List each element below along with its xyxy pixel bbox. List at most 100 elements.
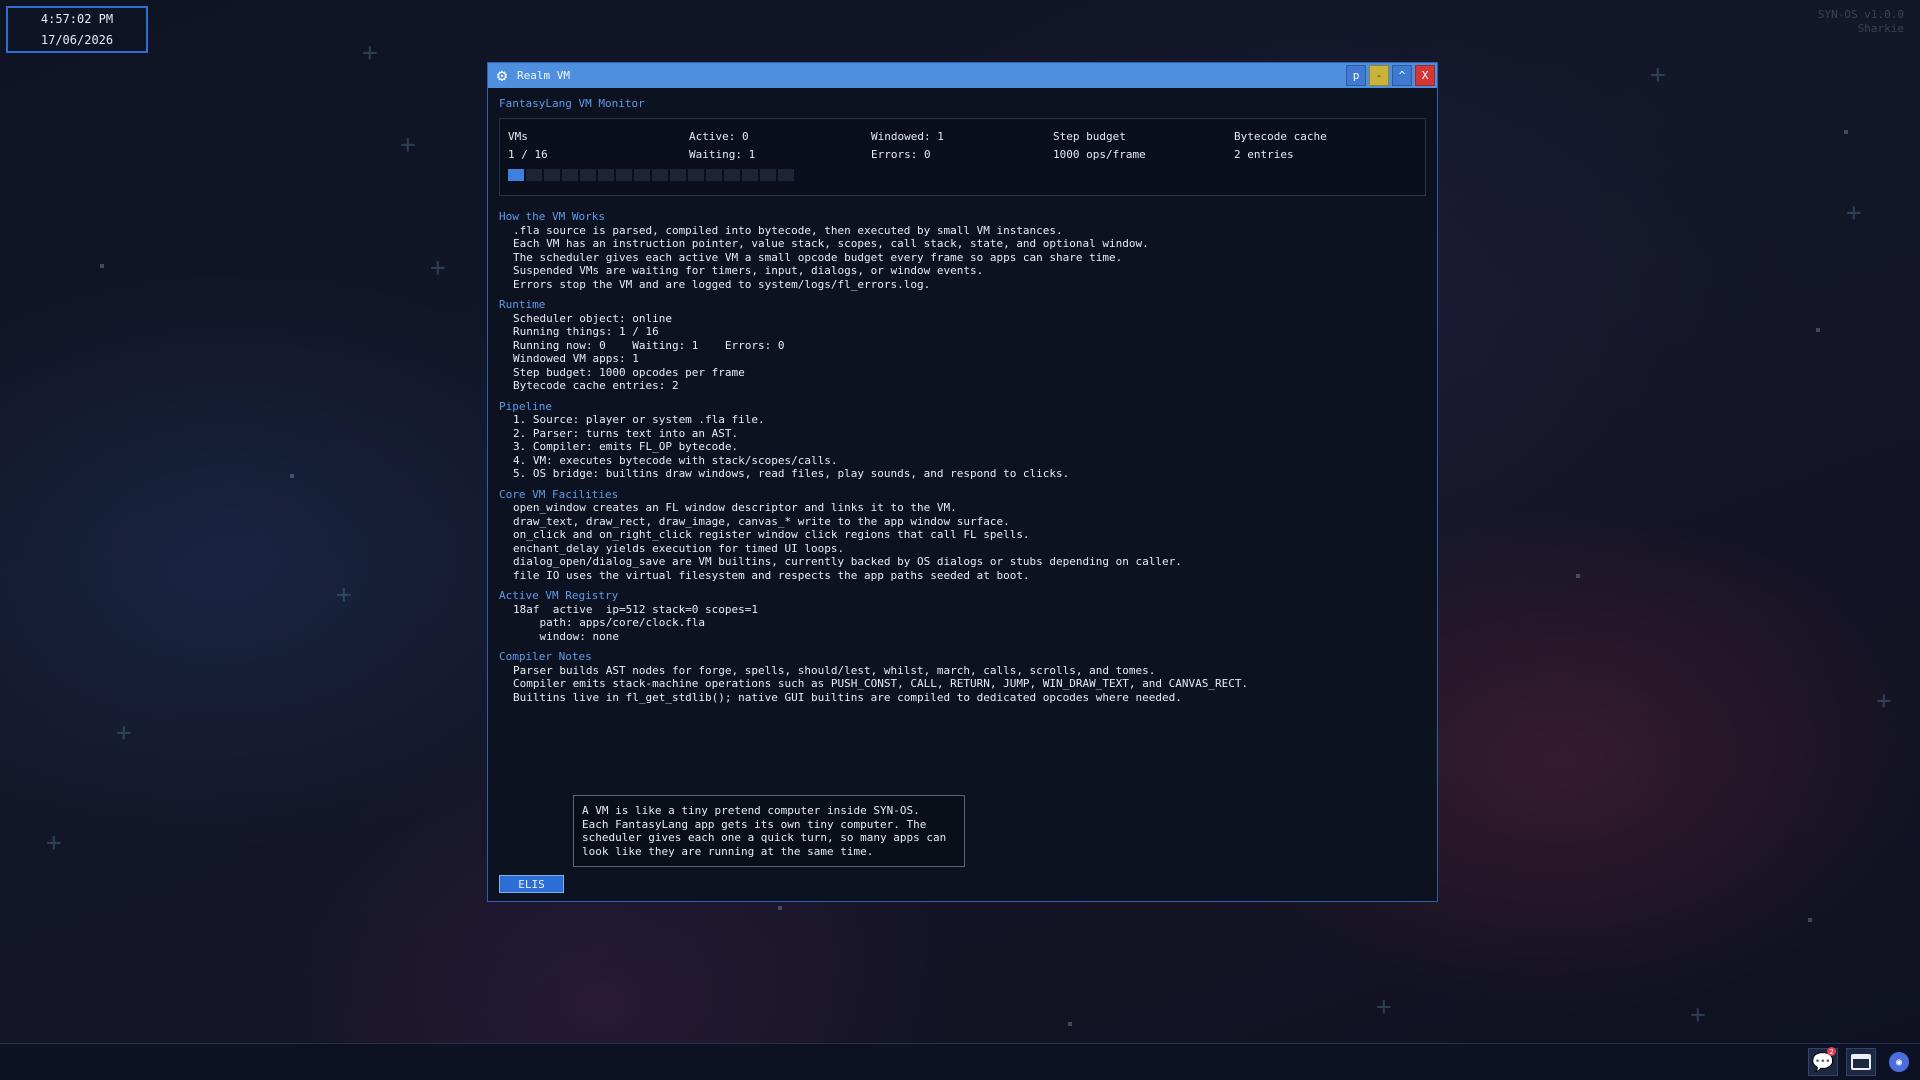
os-version: SYN-OS v1.0.0 (1817, 8, 1904, 21)
section-line: 2. Parser: turns text into an AST. (513, 426, 739, 440)
meter-segment-free (706, 169, 722, 181)
section-heading: Compiler Notes (499, 650, 592, 663)
monitor-title: FantasyLang VM Monitor (499, 97, 645, 110)
discord-icon[interactable]: ◉ (1884, 1048, 1914, 1076)
stat-windowed-errors: Windowed: 1 Errors: 0 (871, 128, 944, 164)
section-heading: Core VM Facilities (499, 487, 619, 501)
section-line: 5. OS bridge: builtins draw windows, rea… (513, 467, 1070, 480)
section-line: .fla source is parsed, compiled into byt… (513, 223, 1063, 237)
registry-line: path: apps/core/clock.fla (513, 616, 706, 629)
dot-decoration (290, 474, 294, 478)
meter-segment-used (508, 169, 524, 181)
meter-segment-free (598, 169, 614, 181)
discord-glyph: ◉ (1889, 1052, 1909, 1072)
notification-badge: 2 (1827, 1047, 1836, 1056)
elis-tooltip: A VM is like a tiny pretend computer ins… (573, 795, 965, 867)
stat-vms: VMs 1 / 16 (508, 128, 548, 164)
meter-segment-free (670, 169, 686, 181)
registry-line: 18af active ip=512 stack=0 scopes=1 (513, 602, 759, 616)
meter-segment-free (634, 169, 650, 181)
window-controls: p - ^ X (1346, 65, 1435, 86)
star-decoration: + (116, 718, 132, 748)
tooltip-line: Each FantasyLang app gets its own tiny c… (582, 817, 927, 831)
tooltip-line: A VM is like a tiny pretend computer ins… (582, 804, 920, 817)
clock-widget[interactable]: 4:57:02 PM 17/06/2026 (6, 6, 148, 53)
star-decoration: + (1846, 198, 1862, 228)
meter-segment-free (778, 169, 794, 181)
section-line: Parser builds AST nodes for forge, spell… (513, 663, 1156, 677)
meter-segment-free (742, 169, 758, 181)
stat-active: Active: 0 (689, 130, 749, 143)
star-decoration: + (400, 130, 416, 160)
chat-icon[interactable]: 💬 2 (1808, 1047, 1838, 1076)
dot-decoration (100, 264, 104, 268)
meter-segment-free (760, 169, 776, 181)
minimize-button[interactable]: - (1369, 65, 1389, 86)
section-line: Step budget: 1000 opcodes per frame (513, 365, 745, 379)
section-line: dialog_open/dialog_save are VM builtins,… (513, 555, 1182, 568)
vm-usage-meter (508, 169, 794, 181)
section-line: Builtins live in fl_get_stdlib(); native… (513, 690, 1182, 704)
meter-segment-free (616, 169, 632, 181)
folder-glyph (1851, 1054, 1871, 1070)
meter-segment-free (652, 169, 668, 181)
pin-button[interactable]: p (1346, 65, 1366, 86)
stat-bytecode-cache: Bytecode cache 2 entries (1234, 128, 1327, 164)
section-line: open_window creates an FL window descrip… (513, 501, 957, 514)
stat-waiting: Waiting: 1 (689, 148, 756, 161)
stat-windowed: Windowed: 1 (871, 130, 944, 143)
os-version-label: SYN-OS v1.0.0 Sharkie (1818, 8, 1904, 36)
registry-line: window: none (513, 629, 619, 643)
window-title: Realm VM (517, 69, 570, 82)
star-decoration: + (46, 828, 62, 858)
tooltip-line: look like they are running at the same t… (582, 844, 874, 858)
tooltip-line: scheduler gives each one a quick turn, s… (582, 831, 947, 844)
elis-button[interactable]: ELIS (499, 875, 564, 893)
section-line: Running now: 0 Waiting: 1 Errors: 0 (513, 338, 785, 352)
stats-panel: VMs 1 / 16 Active: 0 Waiting: 1 Windowed… (499, 118, 1426, 196)
star-decoration: + (336, 580, 352, 610)
section-heading: Pipeline (499, 399, 552, 413)
section-line: Suspended VMs are waiting for timers, in… (513, 264, 984, 277)
maximize-button[interactable]: ^ (1392, 65, 1412, 86)
section-line: 4. VM: executes bytecode with stack/scop… (513, 453, 838, 467)
section-heading: Runtime (499, 298, 546, 311)
stat-cache-label: Bytecode cache (1234, 130, 1327, 143)
section-line: 3. Compiler: emits FL_OP bytecode. (513, 440, 739, 453)
dot-decoration (1816, 328, 1820, 332)
meter-segment-free (724, 169, 740, 181)
section-line: Compiler emits stack-machine operations … (513, 677, 1249, 690)
stat-vms-value: 1 / 16 (508, 148, 548, 161)
gear-icon: ⚙ (496, 65, 508, 86)
star-decoration: + (1376, 992, 1392, 1022)
window-titlebar[interactable]: ⚙ Realm VM p - ^ X (488, 63, 1437, 88)
meter-segment-free (688, 169, 704, 181)
star-decoration: + (362, 38, 378, 68)
realm-vm-window: ⚙ Realm VM p - ^ X FantasyLang VM Monito… (487, 62, 1438, 902)
dot-decoration (1576, 574, 1580, 578)
os-user: Sharkie (1857, 22, 1904, 35)
close-button[interactable]: X (1415, 65, 1435, 86)
stat-step-budget: Step budget 1000 ops/frame (1053, 128, 1146, 164)
meter-segment-free (562, 169, 578, 181)
section-line: 1. Source: player or system .fla file. (513, 413, 765, 426)
section-line: Errors stop the VM and are logged to sys… (513, 277, 931, 291)
section-heading: Active VM Registry (499, 589, 619, 602)
stat-step-label: Step budget (1053, 130, 1126, 143)
section-line: Bytecode cache entries: 2 (513, 379, 679, 392)
section-line: on_click and on_right_click register win… (513, 528, 1030, 541)
meter-segment-free (526, 169, 542, 181)
section-line: Each VM has an instruction pointer, valu… (513, 237, 1149, 250)
star-decoration: + (1876, 686, 1892, 716)
dot-decoration (1068, 1022, 1072, 1026)
section-line: enchant_delay yields execution for timed… (513, 541, 845, 555)
stat-vms-label: VMs (508, 130, 528, 143)
window-content: FantasyLang VM Monitor VMs 1 / 16 Active… (488, 88, 1437, 704)
folder-icon[interactable] (1846, 1048, 1876, 1076)
section-line: draw_text, draw_rect, draw_image, canvas… (513, 514, 1010, 528)
dot-decoration (1844, 130, 1848, 134)
dot-decoration (1808, 918, 1812, 922)
meter-segment-free (544, 169, 560, 181)
stat-active-waiting: Active: 0 Waiting: 1 (689, 128, 755, 164)
section-line: Scheduler object: online (513, 311, 672, 325)
